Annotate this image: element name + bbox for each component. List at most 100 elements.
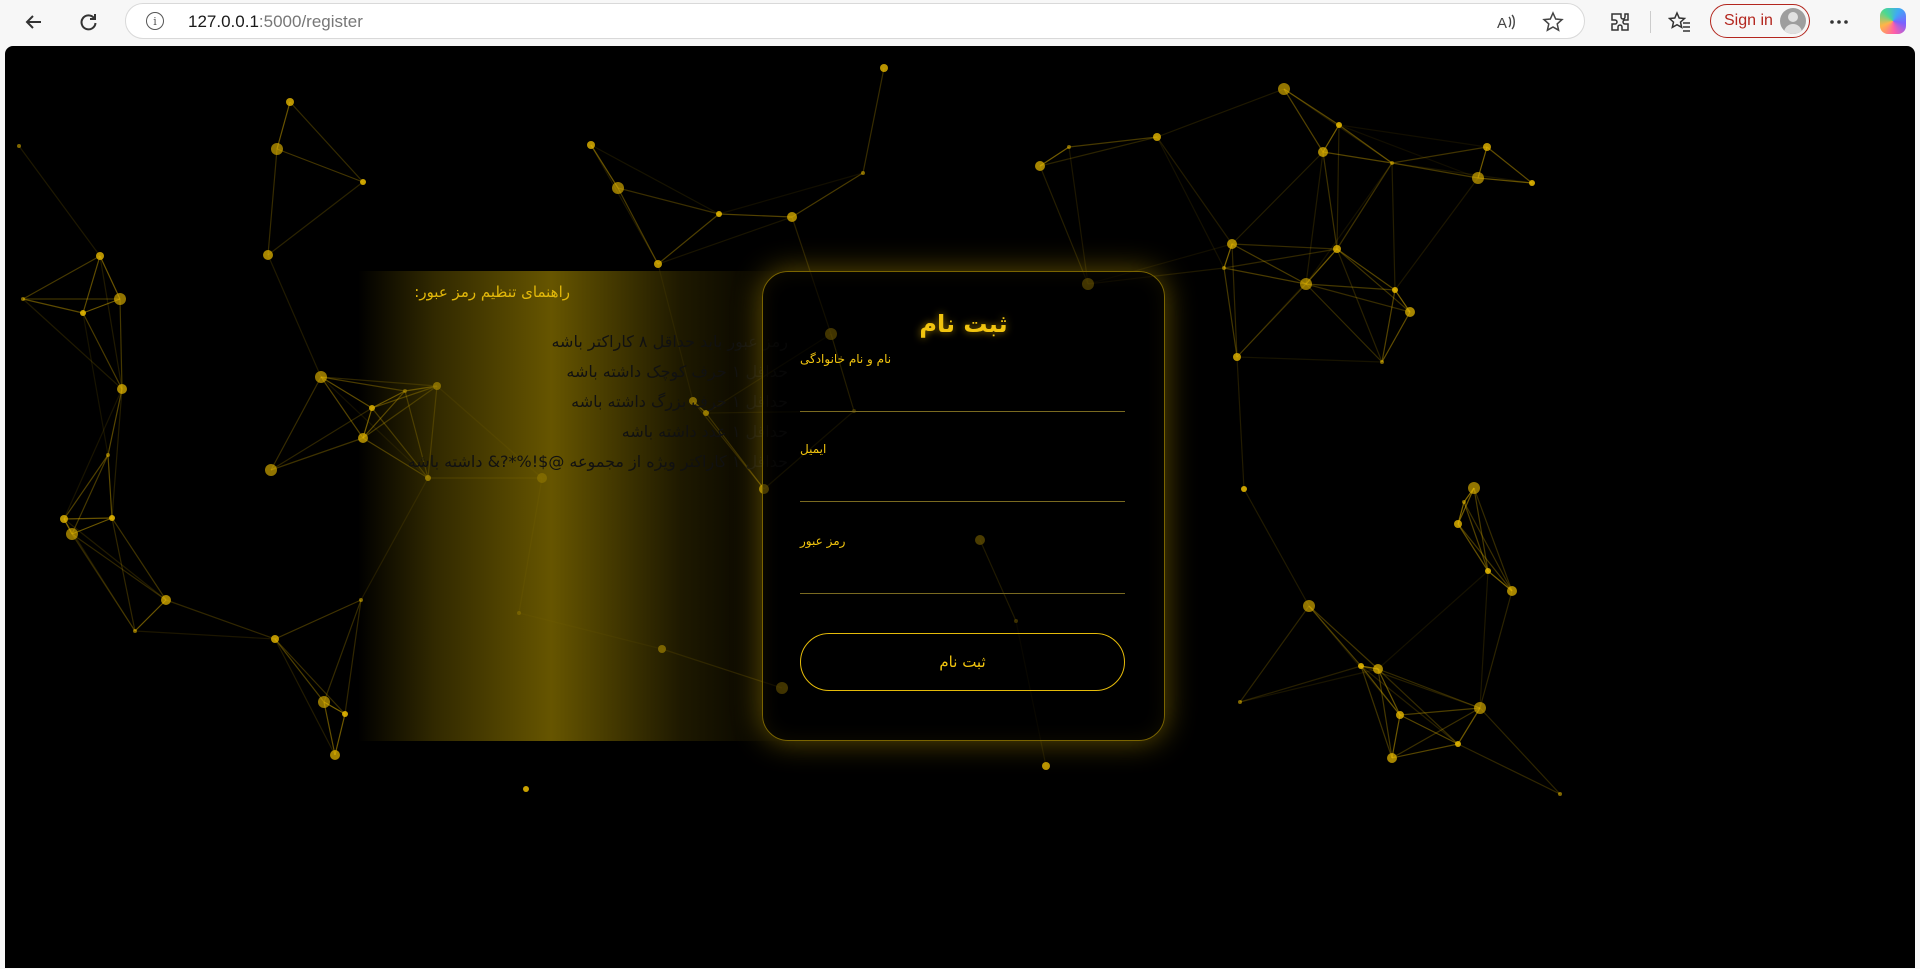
network-node	[1373, 664, 1383, 674]
refresh-icon[interactable]	[72, 6, 104, 38]
fullname-label: نام و نام خانوادگی	[800, 352, 892, 366]
network-edge	[1231, 243, 1307, 285]
email-label: ایمیل	[800, 442, 827, 456]
read-aloud-icon[interactable]: A	[1494, 10, 1518, 34]
network-edge	[270, 407, 373, 471]
network-edge	[617, 187, 720, 215]
register-submit-button[interactable]: ثبت نام	[800, 633, 1125, 691]
network-node	[1300, 278, 1312, 290]
network-edge	[1336, 248, 1383, 363]
network-edge	[274, 638, 346, 715]
network-edge	[82, 312, 109, 456]
network-node	[587, 141, 595, 149]
network-node	[1529, 180, 1535, 186]
network-edge	[1399, 707, 1481, 716]
network-edge	[22, 298, 123, 390]
network-edge	[1231, 243, 1338, 250]
network-edge	[1391, 707, 1481, 759]
favorites-icon[interactable]	[1666, 8, 1694, 36]
url-host: 127.0.0.1	[188, 12, 259, 31]
network-node	[1336, 122, 1342, 128]
network-edge	[1322, 151, 1393, 164]
network-edge	[657, 216, 793, 265]
network-node	[1067, 145, 1071, 149]
network-node	[263, 250, 273, 260]
network-node	[360, 179, 366, 185]
network-edge	[1360, 665, 1459, 745]
network-node	[1303, 600, 1315, 612]
network-edge	[18, 145, 101, 257]
network-edge	[1394, 177, 1479, 291]
network-node	[66, 528, 78, 540]
network-node	[1035, 161, 1045, 171]
address-bar[interactable]: i 127.0.0.1:5000/register A	[125, 3, 1585, 39]
network-edge	[1479, 707, 1561, 795]
toolbar-separator	[1650, 11, 1651, 33]
network-edge	[657, 213, 720, 265]
network-edge	[267, 181, 364, 256]
network-node	[330, 750, 340, 760]
network-node	[1474, 702, 1486, 714]
network-node	[109, 515, 115, 521]
network-node	[1238, 700, 1242, 704]
network-node	[342, 711, 348, 717]
network-edge	[22, 298, 84, 314]
network-node	[1233, 353, 1241, 361]
network-node	[1405, 307, 1415, 317]
network-node	[1462, 500, 1466, 504]
network-edge	[1457, 707, 1481, 745]
network-node	[286, 98, 294, 106]
network-edge	[1377, 570, 1489, 670]
network-edge	[71, 533, 167, 601]
sign-in-button[interactable]: Sign in	[1710, 4, 1810, 38]
network-node	[315, 371, 327, 383]
network-edge	[1391, 162, 1396, 291]
network-edge	[1338, 124, 1393, 164]
network-node	[1380, 360, 1384, 364]
network-edge	[323, 599, 362, 703]
network-node	[716, 211, 722, 217]
more-icon[interactable]	[1825, 8, 1853, 36]
network-edge	[1360, 665, 1393, 759]
network-edge	[276, 101, 291, 150]
network-edge	[1156, 88, 1285, 138]
network-node	[654, 260, 662, 268]
network-edge	[1391, 146, 1488, 164]
extensions-icon[interactable]	[1606, 8, 1634, 36]
network-edge	[1231, 151, 1324, 245]
network-node	[1507, 586, 1517, 596]
copilot-icon[interactable]	[1880, 8, 1906, 34]
network-edge	[1236, 356, 1245, 490]
password-label: رمز عبور	[800, 534, 846, 548]
sign-in-label: Sign in	[1724, 12, 1773, 29]
fullname-input[interactable]	[800, 380, 1125, 412]
favorite-star-icon[interactable]	[1541, 10, 1565, 34]
network-node	[1387, 753, 1397, 763]
network-edge	[22, 255, 101, 300]
browser-toolbar: i 127.0.0.1:5000/register A Sign in	[0, 0, 1920, 44]
network-edge	[1156, 136, 1225, 269]
network-edge	[1377, 668, 1459, 745]
email-input[interactable]	[800, 470, 1125, 502]
network-node	[17, 144, 21, 148]
network-node	[60, 515, 68, 523]
network-node	[1396, 711, 1404, 719]
back-arrow-icon[interactable]	[18, 6, 50, 38]
network-node	[523, 786, 529, 792]
network-edge	[1156, 136, 1233, 245]
network-edge	[334, 713, 346, 756]
password-guide-panel: راهنمای تنظیم رمز عبور: رمز عبور باید حد…	[358, 271, 788, 741]
network-edge	[99, 255, 123, 390]
network-node	[96, 252, 104, 260]
email-field: ایمیل	[800, 442, 1125, 502]
url-text[interactable]: 127.0.0.1:5000/register	[188, 12, 363, 32]
svg-text:A: A	[1497, 15, 1507, 32]
password-input[interactable]	[800, 562, 1125, 594]
network-node	[271, 143, 283, 155]
password-rule: حداقل ۱ حرف کوچک داشته باشه	[566, 362, 788, 381]
network-node	[318, 696, 330, 708]
site-info-icon[interactable]: i	[146, 12, 164, 30]
network-edge	[107, 454, 113, 519]
network-node	[612, 182, 624, 194]
url-path: :5000/register	[258, 12, 363, 31]
